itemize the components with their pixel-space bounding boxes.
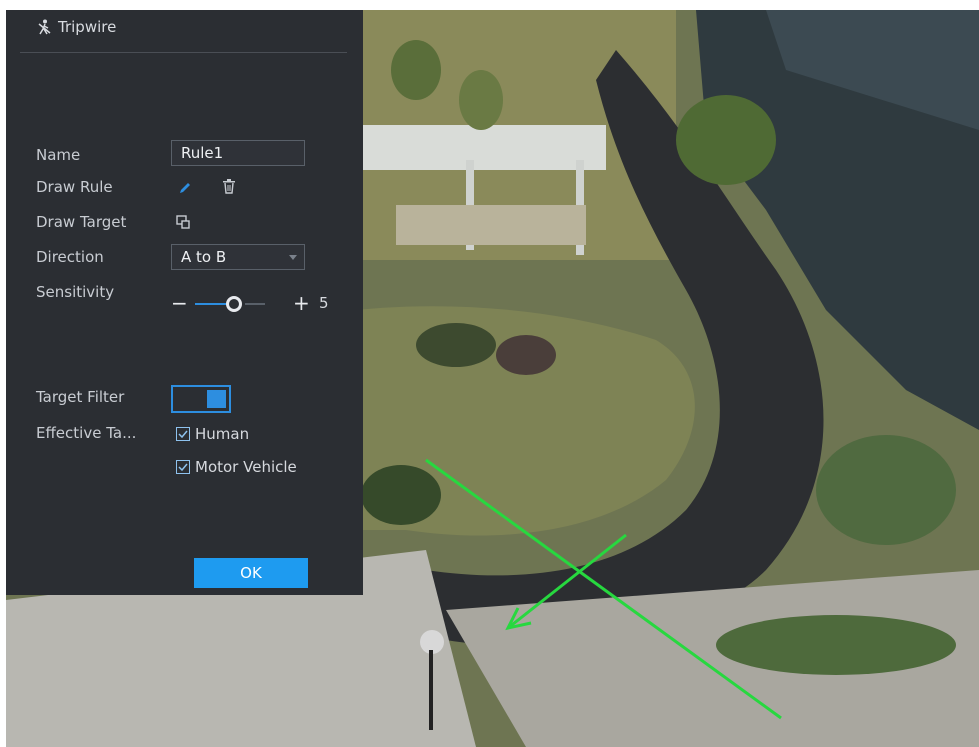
sensitivity-increase-button[interactable]: + (293, 291, 310, 315)
panel-title-text: Tripwire (58, 18, 117, 36)
human-checkbox[interactable]: Human (176, 425, 249, 443)
slider-knob[interactable] (226, 296, 242, 312)
sensitivity-slider[interactable]: − + 5 (171, 291, 351, 315)
tripwire-person-icon (38, 19, 51, 35)
checkbox-checked-icon (176, 427, 190, 441)
title-divider (20, 52, 347, 53)
draw-target-label: Draw Target (36, 213, 127, 231)
draw-target-icon[interactable] (176, 215, 191, 234)
sensitivity-decrease-button[interactable]: − (171, 291, 188, 315)
motor-vehicle-label: Motor Vehicle (195, 458, 297, 476)
direction-label: Direction (36, 248, 104, 266)
tripwire-panel: Tripwire Name Rule1 Draw Rule Draw Targe… (6, 10, 363, 595)
sensitivity-value: 5 (319, 294, 329, 312)
pencil-icon[interactable] (178, 180, 192, 199)
sensitivity-label: Sensitivity (36, 283, 115, 301)
chevron-down-icon (289, 255, 297, 260)
direction-select[interactable]: A to B (171, 244, 305, 270)
draw-rule-label: Draw Rule (36, 178, 113, 196)
target-filter-toggle[interactable] (171, 385, 231, 413)
name-input[interactable]: Rule1 (171, 140, 305, 166)
trash-icon[interactable] (222, 179, 236, 198)
name-label: Name (36, 146, 81, 164)
ok-button[interactable]: OK (194, 558, 308, 588)
checkbox-checked-icon (176, 460, 190, 474)
effective-target-label: Effective Ta... (36, 424, 137, 442)
target-filter-label: Target Filter (36, 388, 125, 406)
human-label: Human (195, 425, 250, 443)
slider-track-rest (245, 303, 265, 305)
direction-value: A to B (181, 248, 227, 266)
toggle-thumb (207, 390, 226, 408)
motor-vehicle-checkbox[interactable]: Motor Vehicle (176, 458, 297, 476)
panel-title: Tripwire (36, 18, 116, 36)
slider-track-fill (195, 303, 230, 305)
